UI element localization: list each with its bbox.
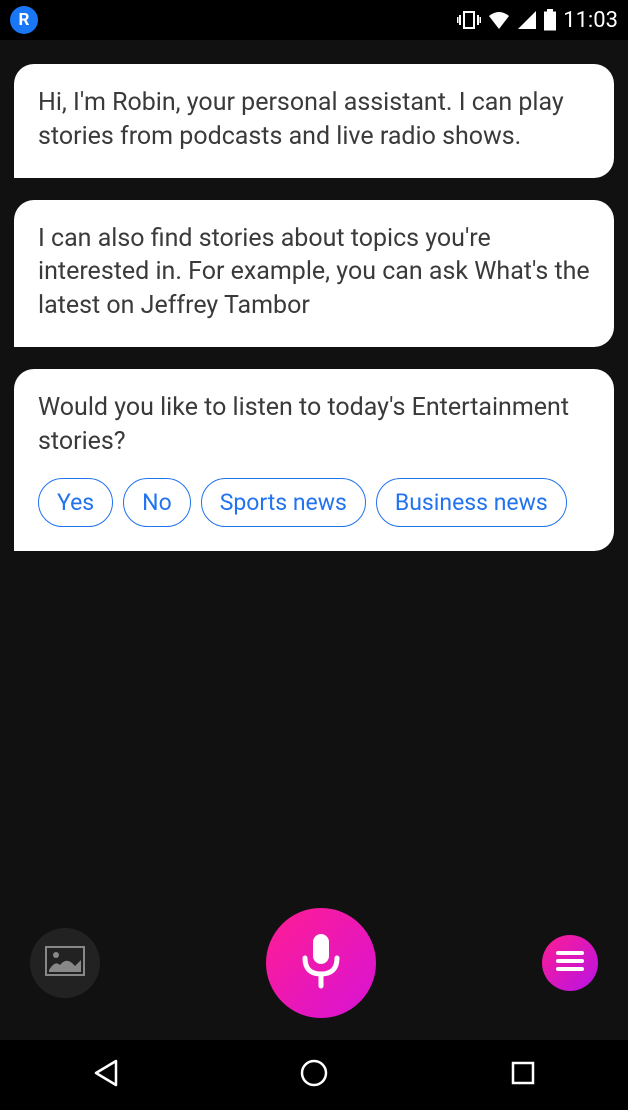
nav-home-button[interactable] [254,1058,374,1092]
option-no[interactable]: No [123,478,191,527]
navigation-bar [0,1040,628,1110]
microphone-icon [300,932,342,994]
battery-icon [543,9,557,31]
message-text: Hi, I'm Robin, your personal assistant. … [38,88,564,151]
app-badge-icon: R [10,6,38,34]
message-text: Would you like to listen to today's Ente… [38,393,569,456]
map-button[interactable] [30,928,100,998]
status-bar: R 11:03 [0,0,628,40]
option-chips-row: Yes No Sports news Business news [38,478,590,527]
nav-recent-button[interactable] [463,1060,583,1090]
cell-signal-icon [517,10,537,30]
recent-square-icon [510,1060,536,1090]
assistant-message: I can also find stories about topics you… [14,200,614,347]
wifi-icon [487,10,511,30]
assistant-message: Hi, I'm Robin, your personal assistant. … [14,64,614,178]
microphone-button[interactable] [266,908,376,1018]
assistant-message: Would you like to listen to today's Ente… [14,369,614,552]
option-sports-news[interactable]: Sports news [201,478,366,527]
status-bar-right: 11:03 [457,8,618,33]
status-bar-left: R [10,6,38,34]
status-time: 11:03 [563,8,618,33]
option-yes[interactable]: Yes [38,478,113,527]
hamburger-icon [556,950,584,976]
back-triangle-icon [92,1059,118,1091]
nav-back-button[interactable] [45,1059,165,1091]
map-photo-icon [45,946,85,980]
app-badge-letter: R [19,10,30,30]
messages-container: Hi, I'm Robin, your personal assistant. … [0,40,628,551]
bottom-controls [0,898,628,1028]
message-text: I can also find stories about topics you… [38,224,590,321]
vibrate-icon [457,10,481,30]
menu-button[interactable] [542,935,598,991]
home-circle-icon [299,1058,329,1092]
option-business-news[interactable]: Business news [376,478,567,527]
